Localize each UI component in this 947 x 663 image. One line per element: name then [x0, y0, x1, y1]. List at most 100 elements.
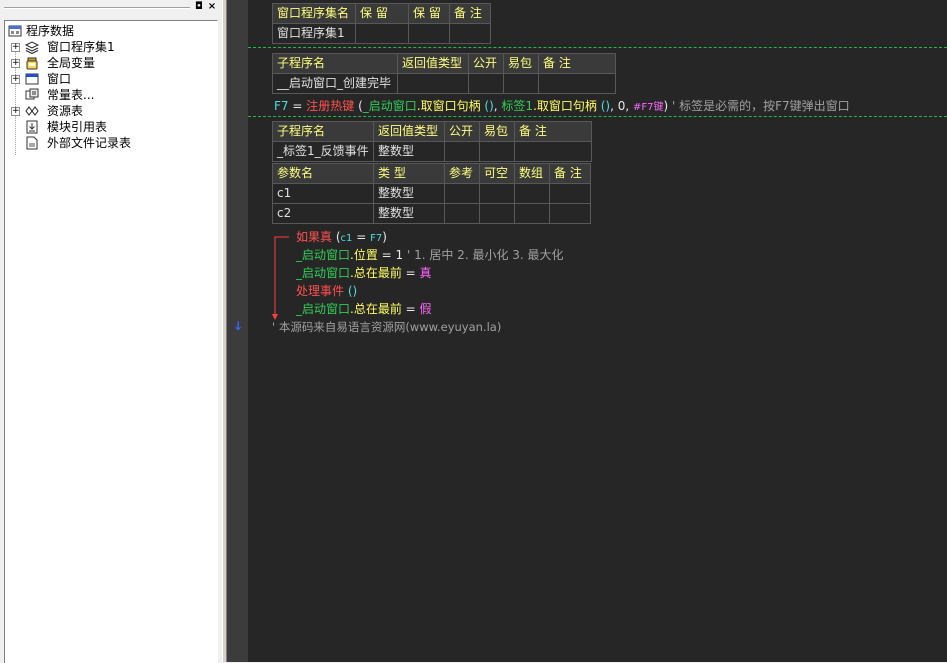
tree-item-window-assembly[interactable]: + 窗口程序集1: [5, 39, 205, 55]
table-cell[interactable]: [355, 23, 409, 44]
project-tree: 程序数据 + 窗口程序集1 + 全局变量 + 窗口 常量表... + 资源表 模…: [4, 20, 218, 663]
tree-item-program-data[interactable]: 程序数据: [5, 23, 205, 39]
table-row: 窗口程序集1: [272, 23, 491, 44]
expand-icon[interactable]: +: [11, 59, 20, 68]
code-token: 注册热键: [306, 99, 355, 113]
close-icon[interactable]: ×: [207, 2, 217, 12]
tree-item-label: 模块引用表: [47, 120, 108, 134]
tree-item-label: 全局变量: [47, 56, 96, 70]
header-cell: 子程序名: [272, 121, 374, 142]
tree-item-label: 外部文件记录表: [47, 136, 132, 150]
param-type-cell[interactable]: 整数型: [373, 183, 445, 204]
expand-icon[interactable]: +: [11, 107, 20, 116]
code-token: (: [332, 230, 341, 244]
tree-item-global-vars[interactable]: + 全局变量: [5, 55, 205, 71]
param-type-cell[interactable]: 整数型: [373, 203, 445, 224]
table-cell[interactable]: [479, 141, 515, 162]
return-type-cell[interactable]: 整数型: [373, 141, 445, 162]
panel-grip[interactable]: [4, 7, 190, 9]
code-token: 处理事件: [296, 284, 345, 298]
code-token: #F7键: [632, 102, 664, 113]
section-separator: [248, 47, 947, 48]
table-row: __启动窗口_创建完毕: [272, 73, 616, 94]
table-row: _标签1_反馈事件 整数型: [272, 141, 592, 162]
table-cell[interactable]: [503, 73, 539, 94]
code-token: F7: [274, 99, 289, 113]
code-token: =: [352, 230, 371, 244]
code-token: _启动窗口: [296, 248, 351, 262]
table-cell[interactable]: [549, 203, 591, 224]
header-cell: 返回值类型: [397, 53, 469, 74]
header-cell: 参考: [444, 163, 480, 184]
code-token: _启动窗口: [296, 266, 351, 280]
table-cell[interactable]: [397, 73, 469, 94]
pin-icon[interactable]: ◘: [194, 2, 204, 12]
code-token: ): [382, 230, 387, 244]
expand-icon[interactable]: +: [11, 75, 20, 84]
table-cell[interactable]: [549, 183, 591, 204]
code-token: .总在最前: [350, 266, 402, 280]
code-token: 标签1: [501, 99, 534, 113]
table-cell[interactable]: [444, 141, 480, 162]
table-cell[interactable]: [479, 203, 515, 224]
code-token: =: [377, 248, 396, 262]
code-line-topmost-true[interactable]: _启动窗口.总在最前 = 真: [296, 263, 432, 283]
code-token: 假: [419, 302, 432, 316]
code-token: _启动窗口: [362, 99, 417, 113]
code-line-register-hotkey[interactable]: F7 = 注册热键 (_启动窗口.取窗口句柄 (), 标签1.取窗口句柄 (),…: [274, 96, 850, 118]
if-block-flow-line: [272, 236, 289, 320]
tree-item-window[interactable]: + 窗口: [5, 71, 205, 87]
table-cell[interactable]: [479, 183, 515, 204]
tree-item-label: 窗口: [47, 72, 72, 86]
section-separator: [248, 116, 947, 117]
header-cell: 返回值类型: [373, 121, 445, 142]
table-cell[interactable]: [468, 73, 504, 94]
table-header-row: 窗口程序集名 保 留 保 留 备 注: [272, 3, 491, 24]
tree-item-label: 窗口程序集1: [47, 40, 115, 54]
code-line-topmost-false[interactable]: _启动窗口.总在最前 = 假: [296, 299, 432, 319]
subroutine-name-cell[interactable]: __启动窗口_创建完毕: [272, 73, 398, 94]
code-token: (): [596, 99, 611, 113]
tree-item-resources[interactable]: + 资源表: [5, 103, 205, 119]
header-cell: 公开: [468, 53, 504, 74]
table-cell[interactable]: [444, 183, 480, 204]
header-cell: 易包: [479, 121, 515, 142]
tree-item-module-refs[interactable]: 模块引用表: [5, 119, 205, 135]
code-token: (): [344, 284, 358, 298]
table-cell[interactable]: [514, 183, 550, 204]
code-line-footer-comment[interactable]: ' 本源码来自易语言资源网(www.eyuyan.la): [272, 317, 501, 337]
assembly-name-cell[interactable]: 窗口程序集1: [272, 23, 356, 44]
code-token: 如果真: [296, 230, 333, 244]
table-cell[interactable]: [408, 23, 450, 44]
table-row: c1 整数型: [272, 183, 591, 204]
code-comment: ' 标签是必需的，按F7键弹出窗口: [668, 99, 850, 113]
code-token: .取窗口句柄: [416, 99, 481, 113]
expand-icon[interactable]: +: [11, 43, 20, 52]
current-line-arrow-icon: ↓: [233, 319, 244, 333]
tree-item-external-files[interactable]: 外部文件记录表: [5, 135, 205, 151]
code-token: (): [480, 99, 494, 113]
header-cell: 子程序名: [272, 53, 398, 74]
variable-jar-icon: [26, 57, 38, 70]
table-row: c2 整数型: [272, 203, 591, 224]
tree-item-constants[interactable]: 常量表...: [5, 87, 205, 103]
code-line-position[interactable]: _启动窗口.位置 = 1 ' 1. 居中 2. 最小化 3. 最大化: [296, 245, 564, 265]
code-line-process-events[interactable]: 处理事件 (): [296, 281, 357, 301]
table-cell[interactable]: [514, 141, 592, 162]
table-cell[interactable]: [449, 23, 491, 44]
code-token: _启动窗口: [296, 302, 351, 316]
layers-icon: [25, 41, 39, 54]
tree-item-label: 程序数据: [26, 24, 75, 38]
code-token: =: [288, 99, 307, 113]
subroutine-table: 子程序名 返回值类型 公开 易包 备 注 _标签1_反馈事件 整数型: [272, 121, 592, 162]
table-cell[interactable]: [444, 203, 480, 224]
subroutine-name-cell[interactable]: _标签1_反馈事件: [272, 141, 374, 162]
code-token: c1: [340, 233, 353, 244]
header-cell: 备 注: [549, 163, 591, 184]
parameter-table: 参数名 类 型 参考 可空 数组 备 注 c1 整数型 c2 整数型: [272, 163, 591, 224]
param-name-cell[interactable]: c2: [272, 203, 374, 224]
table-cell[interactable]: [538, 73, 616, 94]
table-cell[interactable]: [514, 203, 550, 224]
tree-item-label: 常量表...: [47, 88, 95, 102]
param-name-cell[interactable]: c1: [272, 183, 374, 204]
